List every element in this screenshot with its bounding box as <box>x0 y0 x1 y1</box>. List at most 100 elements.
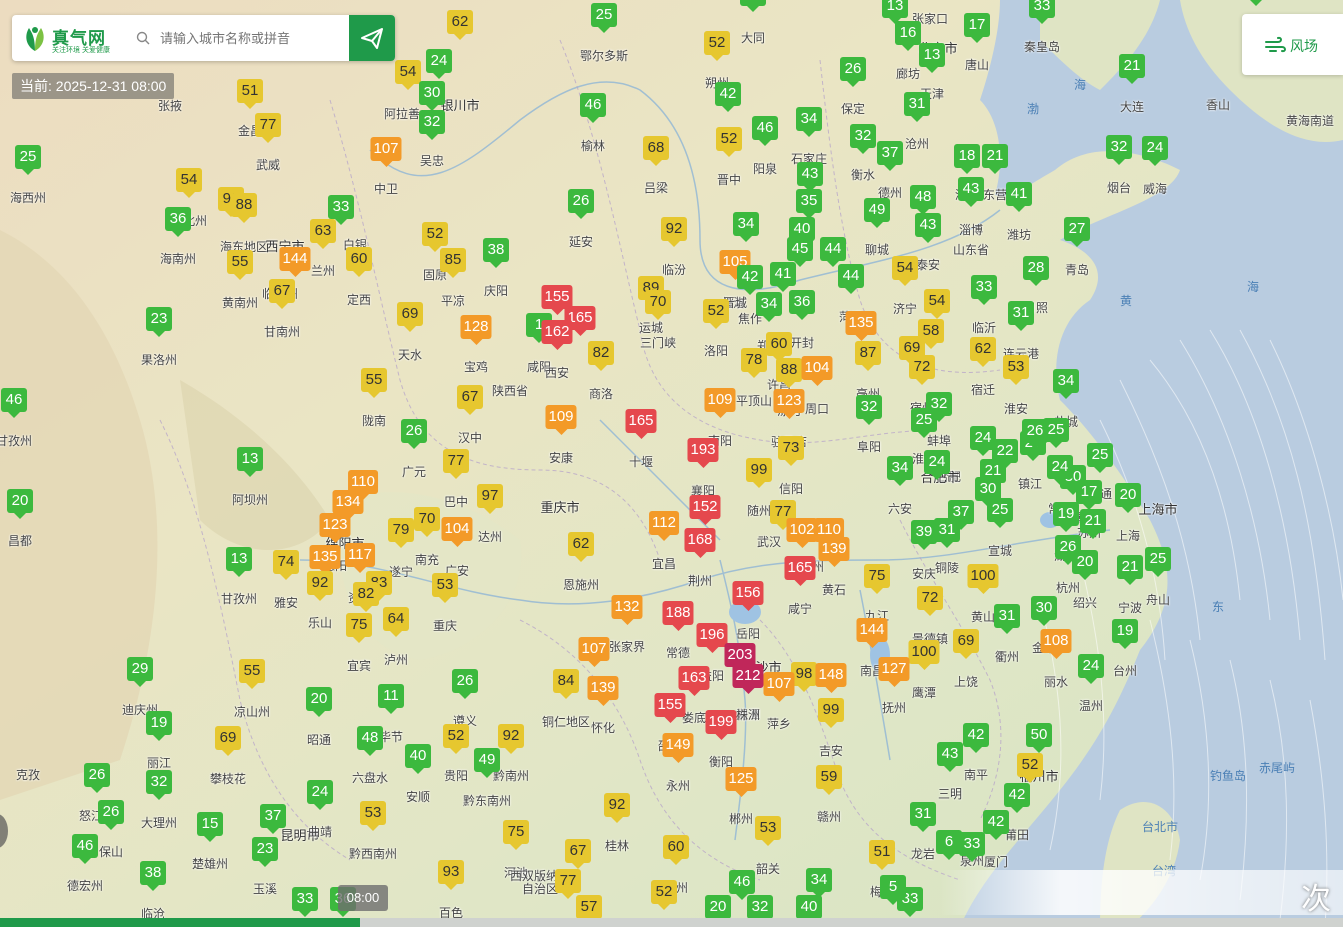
aqi-marker[interactable]: 46 <box>729 870 755 900</box>
aqi-marker[interactable]: 107 <box>578 637 610 667</box>
aqi-marker[interactable]: 43 <box>937 742 963 772</box>
aqi-marker[interactable]: 53 <box>1003 355 1029 385</box>
aqi-marker[interactable]: 24 <box>1047 455 1073 485</box>
aqi-marker[interactable]: 144 <box>279 247 311 277</box>
aqi-marker[interactable]: 43 <box>958 177 984 207</box>
aqi-marker[interactable]: 49 <box>864 198 890 228</box>
aqi-marker[interactable]: 28 <box>1023 256 1049 286</box>
aqi-marker[interactable]: 93 <box>438 860 464 890</box>
aqi-marker[interactable]: 79 <box>388 518 414 548</box>
aqi-marker[interactable]: 62 <box>447 10 473 40</box>
aqi-marker[interactable]: 132 <box>611 595 643 625</box>
aqi-marker[interactable]: 13 <box>237 447 263 477</box>
aqi-marker[interactable]: 38 <box>483 238 509 268</box>
aqi-marker[interactable]: 135 <box>845 311 877 341</box>
aqi-marker[interactable]: 21 <box>1080 509 1106 539</box>
aqi-marker[interactable]: 52 <box>443 724 469 754</box>
aqi-marker[interactable]: 193 <box>687 438 719 468</box>
aqi-marker[interactable]: 62 <box>970 337 996 367</box>
aqi-marker[interactable]: 52 <box>716 127 742 157</box>
site-logo[interactable]: 真气网 关注环境 关爱健康 <box>22 22 132 54</box>
aqi-marker[interactable]: 17 <box>964 13 990 43</box>
aqi-marker[interactable]: 112 <box>649 511 679 541</box>
aqi-marker[interactable]: 20 <box>1115 483 1141 513</box>
aqi-marker[interactable]: 25 <box>987 498 1013 528</box>
aqi-marker[interactable]: 77 <box>255 113 281 143</box>
aqi-marker[interactable]: 42 <box>963 723 989 753</box>
aqi-marker[interactable]: 32 <box>850 124 876 154</box>
aqi-marker[interactable]: 59 <box>816 765 842 795</box>
aqi-marker[interactable]: 162 <box>541 320 573 350</box>
aqi-marker[interactable]: 36 <box>789 290 815 320</box>
aqi-marker[interactable]: 68 <box>643 136 669 166</box>
aqi-marker[interactable]: 107 <box>763 672 795 702</box>
aqi-marker[interactable]: 64 <box>383 607 409 637</box>
aqi-marker[interactable]: 152 <box>689 495 721 525</box>
aqi-marker[interactable]: 82 <box>353 582 379 612</box>
aqi-marker[interactable]: 37 <box>260 804 286 834</box>
aqi-marker[interactable]: 40 <box>796 895 822 925</box>
aqi-marker[interactable]: 134 <box>332 490 364 520</box>
aqi-marker[interactable]: 84 <box>553 669 579 699</box>
aqi-marker[interactable]: 32 <box>146 770 172 800</box>
aqi-marker[interactable]: 100 <box>967 564 999 594</box>
aqi-marker[interactable]: 45 <box>787 237 813 267</box>
aqi-marker[interactable]: 77 <box>443 449 469 479</box>
aqi-marker[interactable]: 53 <box>360 801 386 831</box>
aqi-marker[interactable]: 25 <box>15 145 41 175</box>
aqi-marker[interactable]: 20 <box>306 687 332 717</box>
aqi-marker[interactable]: 60 <box>766 332 792 362</box>
aqi-marker[interactable]: 19 <box>146 711 172 741</box>
aqi-marker[interactable]: 104 <box>801 356 833 386</box>
aqi-marker[interactable]: 108 <box>1040 629 1072 659</box>
aqi-marker[interactable]: 33 <box>740 0 766 12</box>
aqi-marker[interactable]: 99 <box>746 458 772 488</box>
aqi-marker[interactable]: 15 <box>197 812 223 842</box>
aqi-marker[interactable]: 88 <box>776 358 802 388</box>
aqi-marker[interactable]: 46 <box>580 93 606 123</box>
aqi-marker[interactable]: 144 <box>856 618 888 648</box>
aqi-marker[interactable]: 13 <box>919 43 945 73</box>
aqi-marker[interactable]: 13 <box>226 547 252 577</box>
aqi-marker[interactable]: 54 <box>176 168 202 198</box>
aqi-marker[interactable]: 32 <box>747 895 773 925</box>
aqi-marker[interactable]: 33 <box>959 832 985 862</box>
aqi-marker[interactable]: 42 <box>715 82 741 112</box>
aqi-marker[interactable]: 70 <box>414 507 440 537</box>
aqi-marker[interactable]: 62 <box>568 532 594 562</box>
aqi-marker[interactable]: 168 <box>684 528 716 558</box>
aqi-marker[interactable]: 25 <box>1087 443 1113 473</box>
aqi-marker[interactable]: 78 <box>741 348 767 378</box>
aqi-marker[interactable]: 100 <box>908 640 940 670</box>
aqi-marker[interactable]: 43 <box>797 162 823 192</box>
aqi-marker[interactable]: 92 <box>307 571 333 601</box>
aqi-marker[interactable]: 52 <box>704 31 730 61</box>
aqi-marker[interactable]: 135 <box>309 545 341 575</box>
aqi-marker[interactable]: 34 <box>1053 369 1079 399</box>
aqi-marker[interactable]: 24 <box>1142 136 1168 166</box>
aqi-marker[interactable]: 34 <box>733 212 759 242</box>
timeline-slider[interactable] <box>0 918 1343 927</box>
aqi-marker[interactable]: 54 <box>924 289 950 319</box>
aqi-marker[interactable]: 82 <box>588 341 614 371</box>
aqi-marker[interactable]: 73 <box>778 436 804 466</box>
aqi-marker[interactable]: 26 <box>840 57 866 87</box>
aqi-marker[interactable]: 41 <box>1006 182 1032 212</box>
aqi-marker[interactable]: 92 <box>604 793 630 823</box>
aqi-marker[interactable]: 27 <box>1064 217 1090 247</box>
aqi-marker[interactable]: 52 <box>1017 753 1043 783</box>
aqi-marker[interactable]: 139 <box>818 537 850 567</box>
aqi-marker[interactable]: 34 <box>756 292 782 322</box>
aqi-marker[interactable]: 25 <box>911 408 937 438</box>
aqi-marker[interactable]: 69 <box>215 726 241 756</box>
aqi-marker[interactable]: 54 <box>892 256 918 286</box>
aqi-marker[interactable]: 212 <box>732 664 764 694</box>
aqi-marker[interactable]: 67 <box>269 279 295 309</box>
aqi-marker[interactable]: 6 <box>936 830 962 860</box>
aqi-marker[interactable]: 31 <box>934 518 960 548</box>
aqi-marker[interactable]: 155 <box>654 693 686 723</box>
aqi-marker[interactable]: 34 <box>796 107 822 137</box>
aqi-marker[interactable]: 26 <box>568 189 594 219</box>
aqi-marker[interactable]: 50 <box>1026 723 1052 753</box>
aqi-marker[interactable]: 23 <box>252 837 278 867</box>
